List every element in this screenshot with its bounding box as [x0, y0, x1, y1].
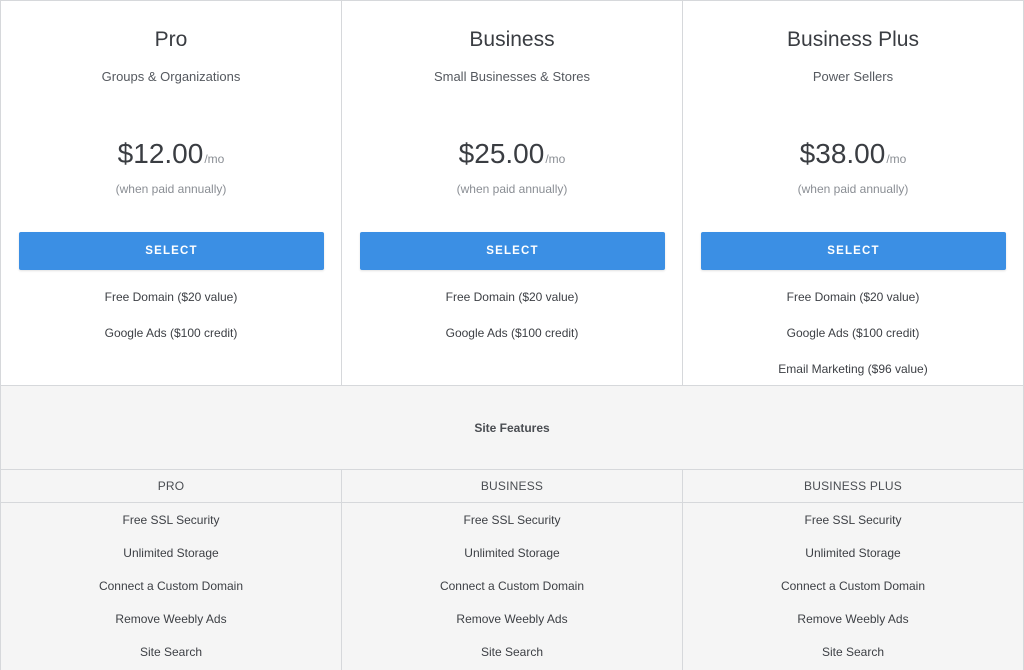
- plan-card-business-plus: Business Plus Power Sellers $38.00 /mo (…: [683, 1, 1023, 385]
- plan-price: $38.00: [799, 138, 886, 169]
- feature-item: Connect a Custom Domain: [98, 579, 244, 593]
- feature-list: Free SSL Security Unlimited Storage Conn…: [342, 503, 682, 670]
- plan-subtitle: Small Businesses & Stores: [433, 69, 591, 84]
- plan-cards: Pro Groups & Organizations $12.00 /mo (w…: [1, 1, 1023, 386]
- plan-name: Pro: [154, 28, 188, 51]
- feature-item: Free SSL Security: [463, 513, 561, 527]
- feature-list: Free SSL Security Unlimited Storage Conn…: [1, 503, 341, 670]
- feature-item: Site Search: [480, 645, 544, 659]
- price-note: (when paid annually): [797, 182, 909, 196]
- price-row: $38.00 /mo: [683, 138, 1023, 170]
- feature-item: Site Search: [821, 645, 885, 659]
- select-pro-button[interactable]: SELECT: [19, 232, 324, 270]
- feature-item: Remove Weebly Ads: [456, 612, 568, 626]
- pricing-page: Pro Groups & Organizations $12.00 /mo (w…: [0, 0, 1024, 670]
- feature-list: Free SSL Security Unlimited Storage Conn…: [683, 503, 1023, 670]
- perk-list: Free Domain ($20 value) Google Ads ($100…: [683, 289, 1023, 397]
- plan-name: Business Plus: [787, 28, 919, 51]
- features-column-header: PRO: [1, 470, 341, 503]
- feature-item: Site Search: [139, 645, 203, 659]
- plan-price: $25.00: [458, 138, 545, 169]
- perk-item: Email Marketing ($96 value): [778, 362, 928, 376]
- price-note: (when paid annually): [115, 182, 227, 196]
- plan-card-pro: Pro Groups & Organizations $12.00 /mo (w…: [1, 1, 342, 385]
- features-column-header: BUSINESS: [342, 470, 682, 503]
- feature-item: Unlimited Storage: [464, 546, 560, 560]
- plan-name: Business: [469, 28, 555, 51]
- perk-list: Free Domain ($20 value) Google Ads ($100…: [1, 289, 341, 361]
- select-business-button[interactable]: SELECT: [360, 232, 665, 270]
- price-period: /mo: [886, 152, 907, 166]
- plan-card-business: Business Small Businesses & Stores $25.0…: [342, 1, 683, 385]
- features-column-header: BUSINESS PLUS: [683, 470, 1023, 503]
- price-row: $25.00 /mo: [342, 138, 682, 170]
- perk-list: Free Domain ($20 value) Google Ads ($100…: [342, 289, 682, 361]
- feature-item: Free SSL Security: [122, 513, 220, 527]
- feature-item: Free SSL Security: [804, 513, 902, 527]
- perk-item: Free Domain ($20 value): [104, 290, 238, 304]
- site-features-title: Site Features: [474, 420, 550, 435]
- plan-subtitle: Power Sellers: [812, 69, 894, 84]
- features-column-business: BUSINESS Free SSL Security Unlimited Sto…: [342, 470, 683, 670]
- select-business-plus-button[interactable]: SELECT: [701, 232, 1006, 270]
- perk-item: Google Ads ($100 credit): [786, 326, 920, 340]
- features-table: PRO Free SSL Security Unlimited Storage …: [1, 470, 1023, 670]
- price-period: /mo: [545, 152, 566, 166]
- site-features-header: Site Features: [1, 386, 1023, 470]
- perk-item: Free Domain ($20 value): [786, 290, 920, 304]
- features-column-business-plus: BUSINESS PLUS Free SSL Security Unlimite…: [683, 470, 1023, 670]
- feature-item: Remove Weebly Ads: [797, 612, 909, 626]
- price-note: (when paid annually): [456, 182, 568, 196]
- perk-item: Google Ads ($100 credit): [445, 326, 579, 340]
- price-period: /mo: [204, 152, 225, 166]
- feature-item: Unlimited Storage: [123, 546, 219, 560]
- features-column-pro: PRO Free SSL Security Unlimited Storage …: [1, 470, 342, 670]
- feature-item: Connect a Custom Domain: [780, 579, 926, 593]
- feature-item: Connect a Custom Domain: [439, 579, 585, 593]
- price-row: $12.00 /mo: [1, 138, 341, 170]
- perk-item: Free Domain ($20 value): [445, 290, 579, 304]
- feature-item: Remove Weebly Ads: [115, 612, 227, 626]
- plan-price: $12.00: [117, 138, 204, 169]
- feature-item: Unlimited Storage: [805, 546, 901, 560]
- plan-subtitle: Groups & Organizations: [101, 69, 241, 84]
- perk-item: Google Ads ($100 credit): [104, 326, 238, 340]
